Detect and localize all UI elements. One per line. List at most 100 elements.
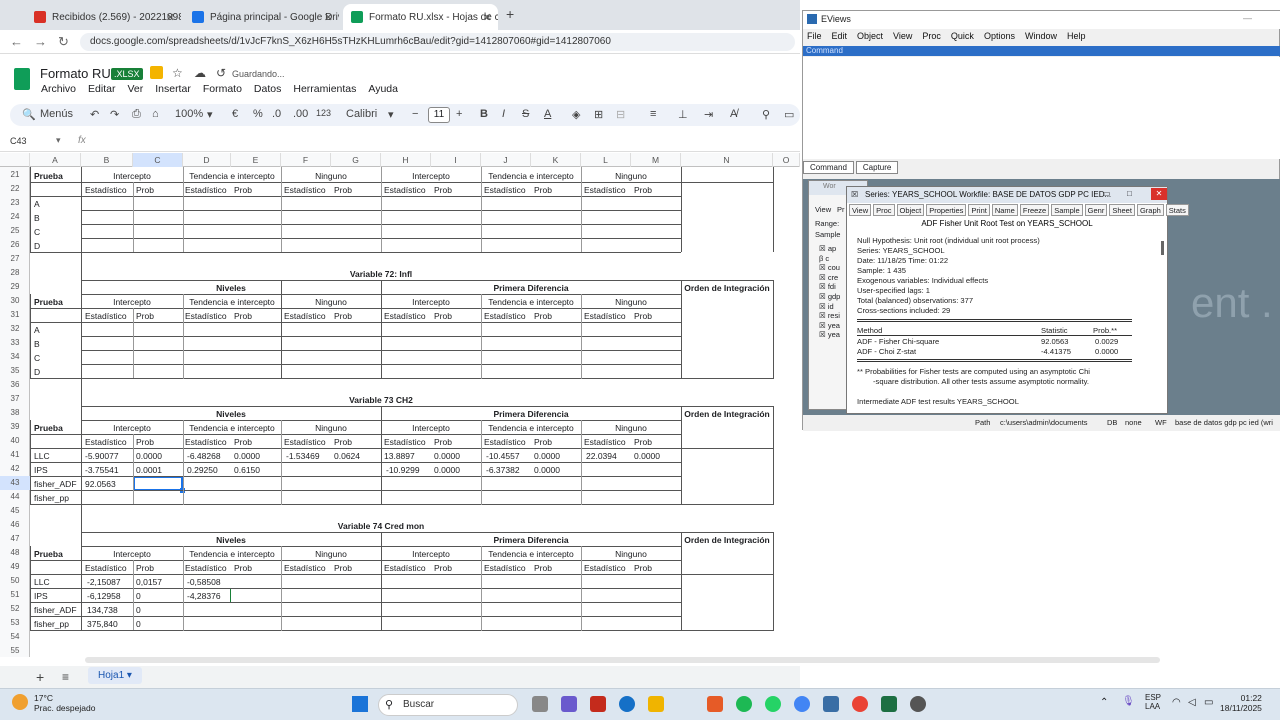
reload-icon[interactable]: ↻ (58, 34, 69, 50)
cell[interactable]: 375,840 (85, 617, 118, 631)
tab-gmail[interactable]: Recibidos (2.569) - 202210983@ ✕ (26, 4, 181, 30)
cell[interactable]: LLC (32, 449, 50, 463)
horizontal-scrollbar[interactable] (85, 657, 1160, 663)
name-box[interactable]: C43 (10, 136, 27, 146)
decrease-decimals-button[interactable]: .0 (272, 108, 281, 120)
chevron-down-icon[interactable]: ▾ (207, 108, 213, 121)
cell[interactable]: Prob (332, 561, 352, 575)
cell[interactable]: Intercepto (381, 169, 481, 183)
section-title[interactable]: Variable 73 CH2 (81, 393, 681, 407)
search-menus[interactable]: Menús (40, 108, 73, 120)
section-title[interactable]: Variable 72: Infl (81, 267, 681, 281)
wifi-icon[interactable]: ◠ (1172, 697, 1181, 708)
view-button[interactable]: View (849, 204, 872, 216)
url-input[interactable]: docs.google.com/spreadsheets/d/1vJcF7knS… (80, 33, 795, 51)
menu-quick[interactable]: Quick (951, 31, 974, 41)
menu-proc[interactable]: Proc (922, 31, 941, 41)
fill-color-icon[interactable]: ◈ (572, 108, 580, 121)
cell[interactable]: Prob (532, 435, 552, 449)
row-header[interactable]: 54 (0, 630, 30, 644)
list-item[interactable]: ☒ resi (819, 311, 840, 321)
edge-icon[interactable] (619, 696, 635, 712)
cell[interactable]: Prob (232, 309, 252, 323)
column-header[interactable]: C (133, 153, 183, 167)
cell[interactable]: Intercepto (81, 295, 183, 309)
menu-ver[interactable]: Ver (127, 83, 143, 95)
cell[interactable]: Prueba (32, 421, 63, 435)
close-icon[interactable]: ✕ (166, 11, 175, 24)
cell[interactable]: -6.37382 (484, 463, 520, 477)
cell[interactable]: Tendencia e intercepto (183, 547, 281, 561)
tab-command[interactable]: Command (803, 161, 854, 174)
minimize-icon[interactable]: — (1243, 13, 1252, 23)
close-icon[interactable]: ✕ (1151, 188, 1167, 200)
cell[interactable]: Estadístico (582, 183, 626, 197)
add-sheet-icon[interactable]: + (36, 669, 44, 685)
cell[interactable]: Estadístico (83, 183, 127, 197)
cell[interactable]: Tendencia e intercepto (481, 421, 581, 435)
cell[interactable]: Tendencia e intercepto (481, 295, 581, 309)
font-select[interactable]: Calibri (346, 108, 377, 120)
chevron-up-icon[interactable]: ⌃ (1100, 697, 1108, 708)
search-menus-icon[interactable]: 🔍 (22, 108, 36, 121)
cell[interactable]: fisher_pp (32, 617, 69, 631)
cell[interactable]: D (32, 365, 40, 379)
row-header[interactable]: 37 (0, 392, 30, 406)
menu-herramientas[interactable]: Herramientas (293, 83, 356, 95)
cell[interactable]: 0.0624 (332, 449, 360, 463)
menu-editar[interactable]: Editar (88, 83, 115, 95)
list-item[interactable]: β c (819, 254, 840, 264)
name-button[interactable]: Name (991, 204, 1018, 216)
row-header[interactable]: 42 (0, 462, 30, 476)
cell[interactable]: B (32, 337, 40, 351)
row-header[interactable]: 55 (0, 644, 30, 658)
column-header[interactable]: D (183, 153, 231, 167)
cell[interactable]: Intercepto (381, 295, 481, 309)
borders-icon[interactable]: ⊞ (594, 108, 603, 121)
column-header[interactable]: H (381, 153, 431, 167)
weather-widget[interactable]: 17°C Prac. despejado (34, 693, 95, 713)
cell[interactable]: Niveles (81, 281, 381, 295)
row-header[interactable]: 34 (0, 350, 30, 364)
excel-icon[interactable] (881, 696, 897, 712)
cell[interactable]: Prob (232, 435, 252, 449)
cell[interactable]: Prueba (32, 547, 63, 561)
cell[interactable]: Prob (632, 309, 652, 323)
list-item[interactable]: ☒ cre (819, 273, 840, 283)
cell[interactable]: Prob (532, 309, 552, 323)
spreadsheet-grid[interactable]: Prueba Intercepto Tendencia e intercepto… (30, 167, 800, 657)
cell[interactable]: 0.0000 (632, 449, 660, 463)
cell[interactable]: Prob (432, 183, 452, 197)
forward-icon[interactable]: → (34, 34, 47, 49)
cell[interactable]: B (32, 211, 40, 225)
genr-button[interactable]: Genr (1084, 204, 1108, 216)
bold-icon[interactable]: B (480, 108, 488, 120)
column-header[interactable]: G (331, 153, 381, 167)
vertical-scrollbar[interactable] (1161, 241, 1164, 255)
cell[interactable]: 0.0000 (232, 449, 260, 463)
row-header[interactable]: 26 (0, 238, 30, 252)
text-color-icon[interactable]: A (544, 108, 551, 120)
star-icon[interactable]: ☆ (172, 66, 183, 80)
whatsapp-icon[interactable] (765, 696, 781, 712)
row-header[interactable]: 23 (0, 196, 30, 210)
link-icon[interactable]: ⚲ (762, 108, 770, 121)
column-header[interactable]: O (773, 153, 800, 167)
cell[interactable]: Estadístico (382, 183, 426, 197)
row-header[interactable]: 44 (0, 490, 30, 504)
cell[interactable]: -10.9299 (384, 463, 420, 477)
folder-icon[interactable] (150, 66, 163, 79)
cell[interactable]: Intercepto (81, 547, 183, 561)
cell[interactable]: Prob (332, 435, 352, 449)
cell[interactable]: Intercepto (81, 421, 183, 435)
cell[interactable]: Prob (134, 561, 154, 575)
list-item[interactable]: ☒ cou (819, 263, 840, 273)
column-header[interactable]: B (81, 153, 133, 167)
currency-button[interactable]: € (232, 108, 238, 120)
column-header[interactable]: M (631, 153, 681, 167)
font-size-decrease[interactable]: − (412, 108, 418, 120)
battery-icon[interactable]: ▭ (1204, 697, 1213, 708)
cell[interactable]: Ninguno (581, 547, 681, 561)
office-icon[interactable] (707, 696, 723, 712)
cell[interactable]: -0,58508 (185, 575, 221, 589)
